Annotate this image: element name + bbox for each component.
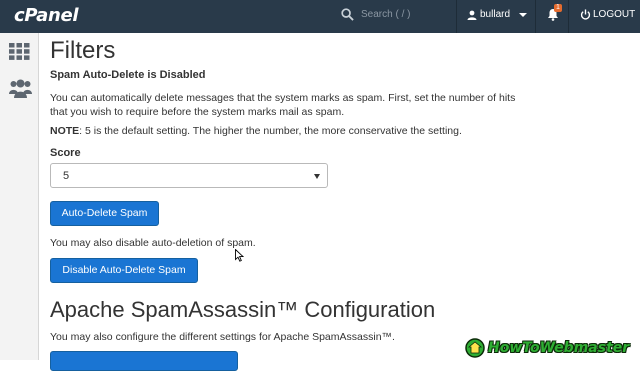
logout-button[interactable]: LOGOUT	[580, 9, 635, 20]
watermark: HowToWebmaster	[464, 338, 629, 358]
sidebar-item-users[interactable]	[9, 79, 32, 98]
navbar-divider	[456, 0, 457, 33]
grid-icon	[9, 43, 30, 60]
navbar-divider	[535, 0, 536, 33]
spam-status: Spam Auto-Delete is Disabled	[50, 69, 206, 81]
dropdown-arrow-icon	[314, 174, 320, 179]
logout-label: LOGOUT	[593, 9, 636, 20]
note-text: NOTE: 5 is the default setting. The high…	[50, 125, 462, 137]
user-menu[interactable]: bullard	[467, 9, 528, 20]
search-icon	[341, 8, 354, 21]
disable-description: You may also disable auto-deletion of sp…	[50, 237, 256, 249]
search-box[interactable]: Search ( / )	[341, 8, 410, 21]
notification-badge: 1	[554, 4, 562, 12]
search-input[interactable]: Search ( / )	[361, 9, 410, 20]
spam-description: You can automatically delete messages th…	[50, 92, 516, 118]
watermark-logo-icon	[465, 338, 485, 358]
note-label: NOTE	[50, 125, 80, 137]
spamassassin-description: You may also configure the different set…	[50, 331, 395, 343]
sidebar-item-home[interactable]	[9, 43, 30, 60]
spamassassin-configure-button[interactable]	[50, 351, 238, 371]
score-select[interactable]: 5	[50, 163, 328, 188]
users-icon	[9, 79, 32, 98]
username: bullard	[480, 9, 511, 20]
page-title: Filters	[50, 37, 116, 64]
note-body: : 5 is the default setting. The higher t…	[79, 125, 462, 137]
cpanel-logo[interactable]: cPanel	[14, 5, 79, 26]
mouse-cursor-icon	[235, 249, 244, 262]
logout-icon	[580, 9, 591, 20]
notifications-button[interactable]: 1	[547, 4, 562, 26]
user-icon	[467, 10, 477, 20]
watermark-text: HowToWebmaster	[488, 340, 630, 356]
navbar-divider	[568, 0, 569, 33]
chevron-down-icon	[519, 12, 528, 17]
disable-auto-delete-button[interactable]: Disable Auto-Delete Spam	[50, 258, 198, 283]
spamassassin-heading: Apache SpamAssassin™ Configuration	[50, 297, 436, 322]
score-value: 5	[63, 170, 70, 182]
auto-delete-spam-button[interactable]: Auto-Delete Spam	[50, 201, 159, 226]
score-label: Score	[50, 147, 81, 159]
sidebar	[0, 33, 39, 360]
top-navbar: cPanel Search ( / ) bullard 1 LOGOUT	[0, 0, 640, 33]
